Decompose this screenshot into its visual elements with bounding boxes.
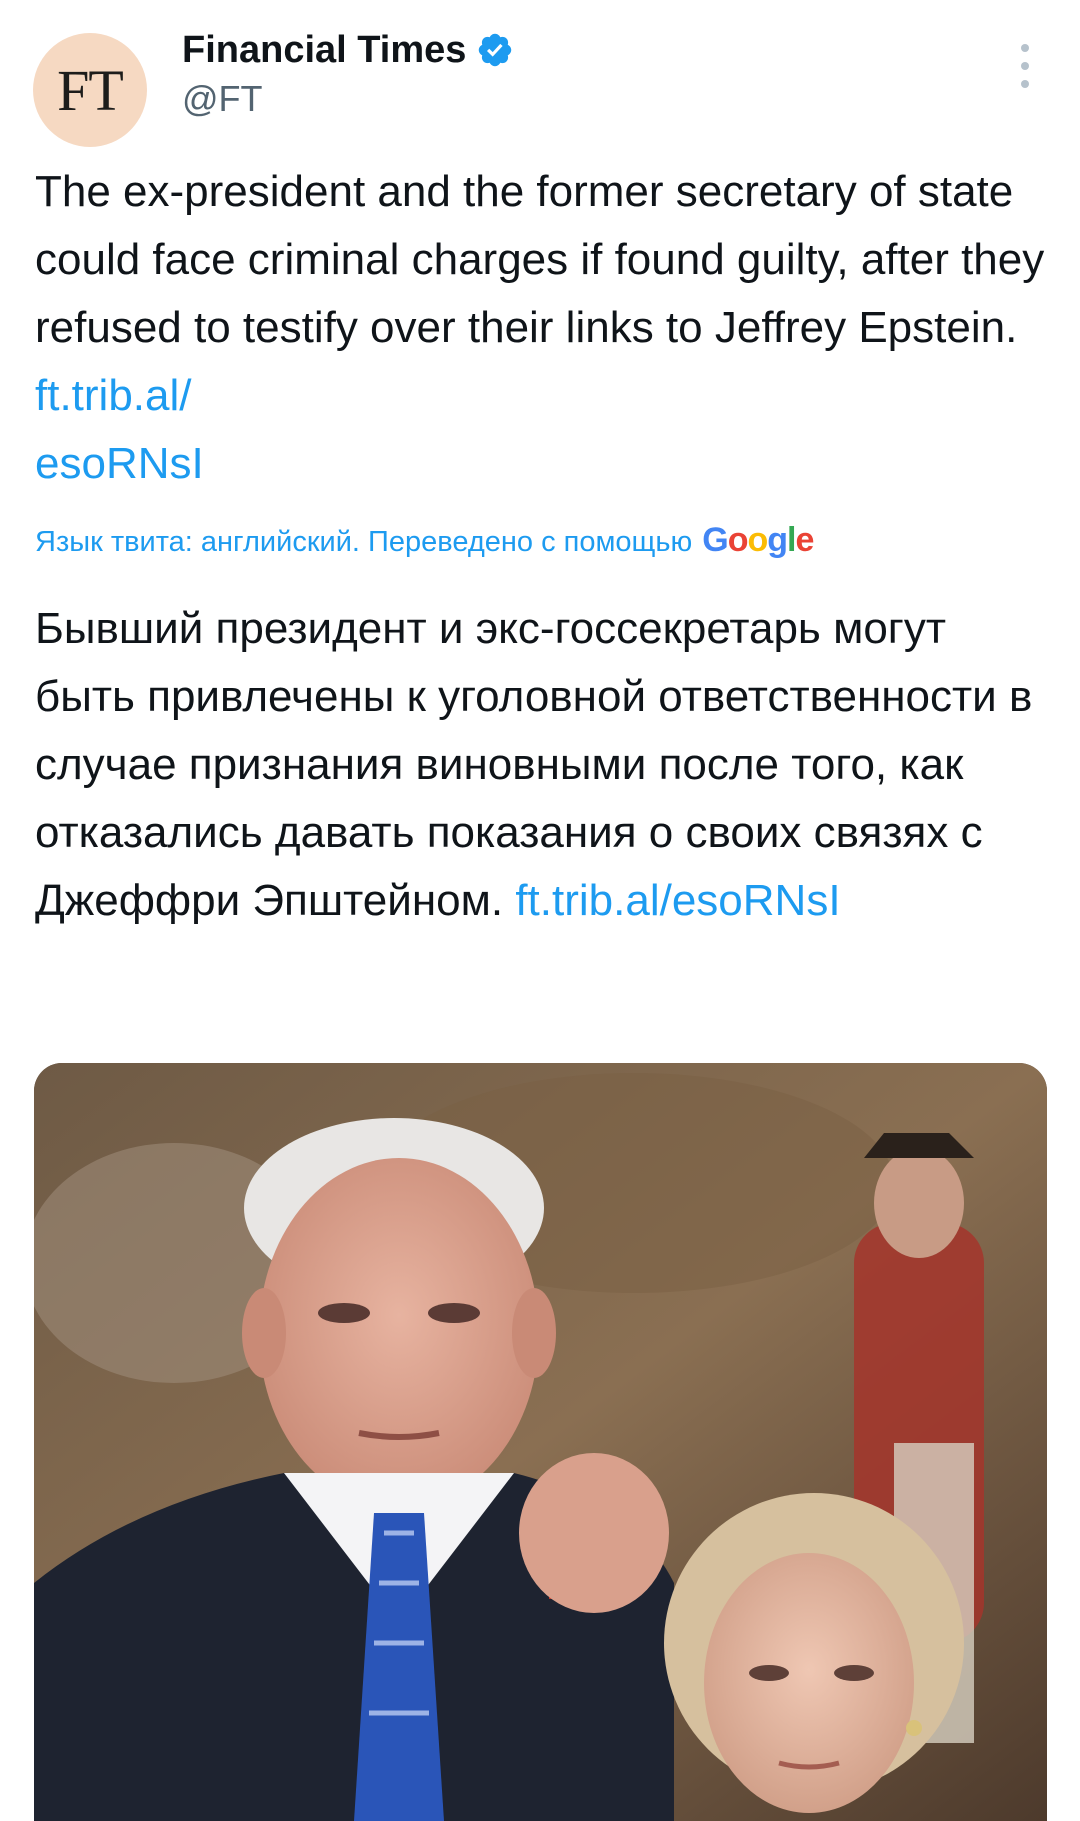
tweet-link[interactable]: ft.trib.al/esoRNsI xyxy=(35,371,204,488)
avatar-text: FT xyxy=(57,57,124,123)
verified-badge-icon xyxy=(479,33,512,67)
display-name[interactable]: Financial Times xyxy=(182,29,466,72)
tweet-photo[interactable] xyxy=(34,1063,1047,1821)
tweet-body: The ex-president and the former secretar… xyxy=(35,167,1045,352)
translated-text: Бывший президент и экс-госсекретарь могу… xyxy=(35,595,1045,935)
google-logo: Google xyxy=(702,521,814,559)
tweet: FT Financial Times @FT The ex-president … xyxy=(0,0,1080,1821)
avatar[interactable]: FT xyxy=(33,33,147,147)
photo-image xyxy=(34,1063,1047,1821)
tweet-text: The ex-president and the former secretar… xyxy=(35,158,1045,498)
translation-label: Язык твита: английский. Переведено с пом… xyxy=(35,526,693,558)
more-options-icon[interactable] xyxy=(1010,44,1040,88)
translated-link[interactable]: ft.trib.al/esoRNsI xyxy=(515,876,840,925)
translation-attribution[interactable]: Язык твита: английский. Переведено с пом… xyxy=(35,518,1045,564)
handle[interactable]: @FT xyxy=(182,78,263,120)
author-name-row: Financial Times xyxy=(182,24,514,76)
